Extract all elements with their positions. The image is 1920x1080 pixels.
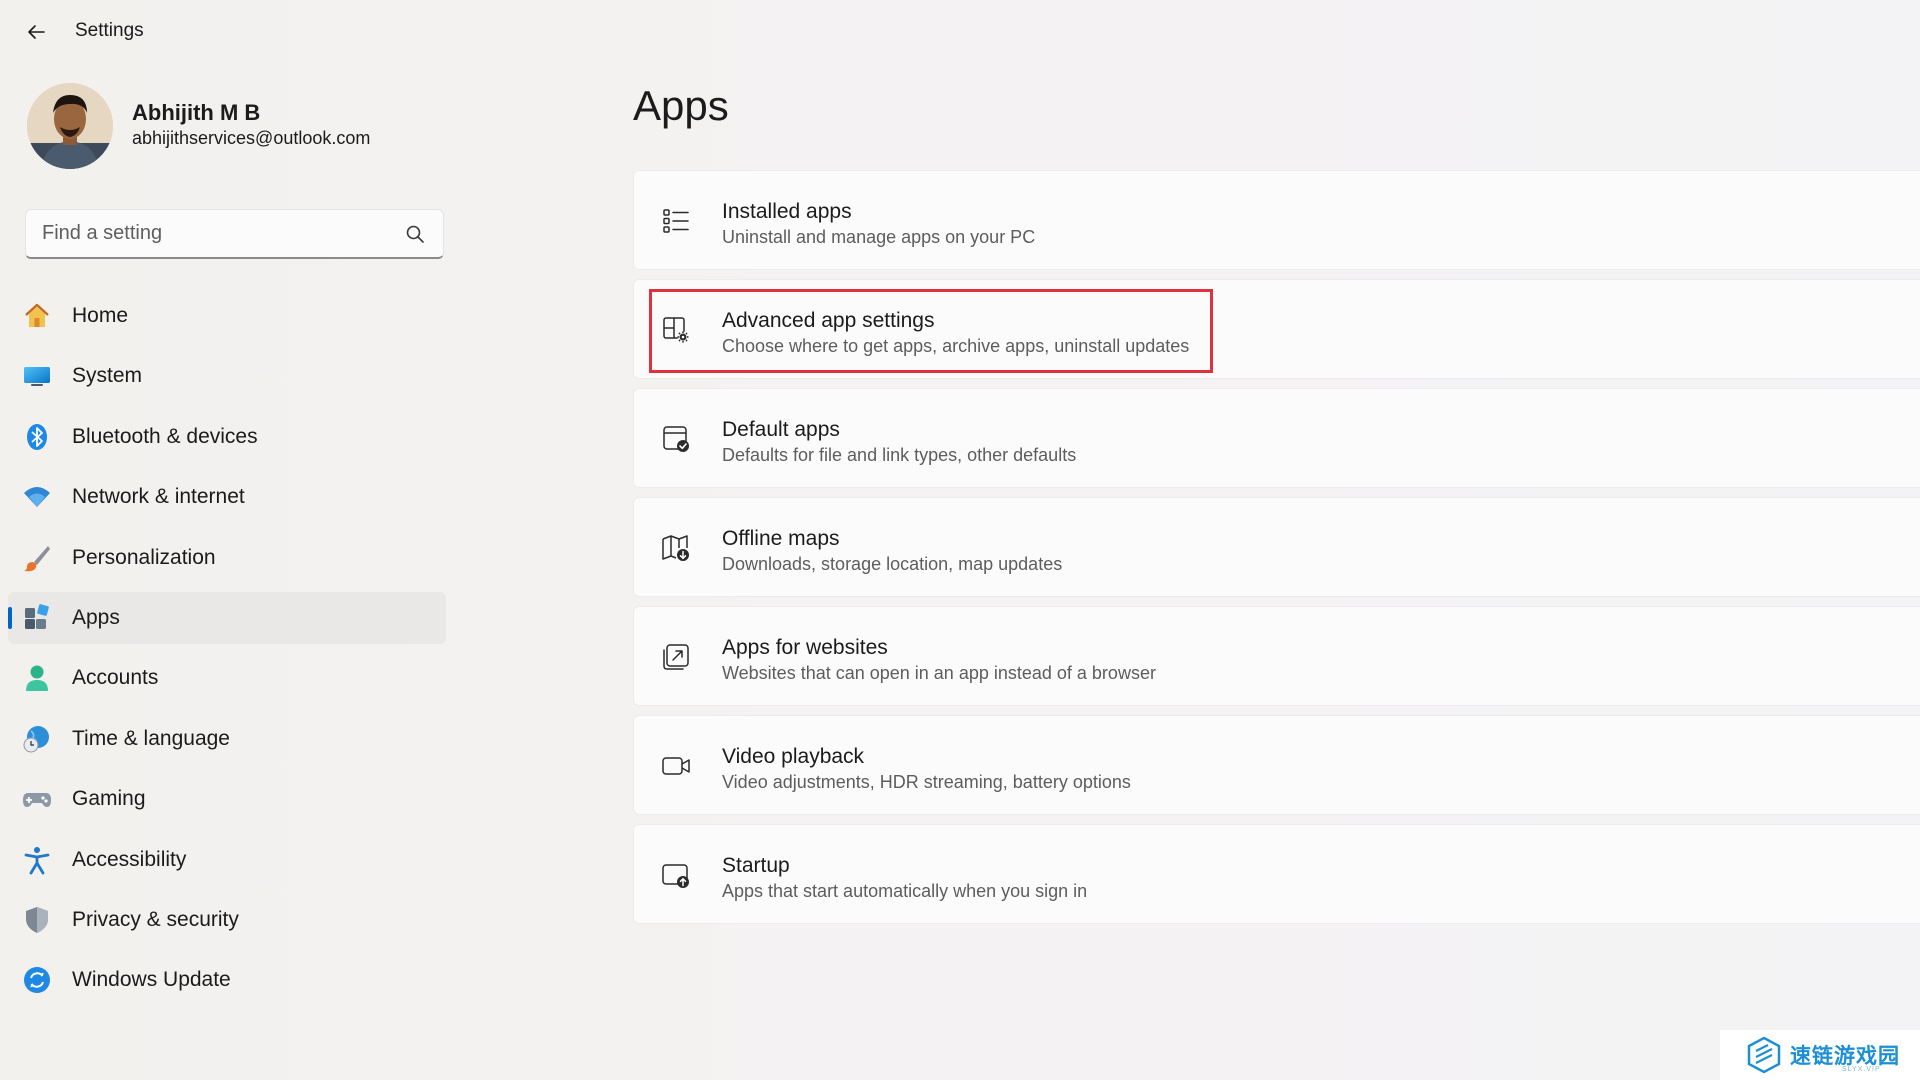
gamepad-icon [22,784,52,814]
back-arrow-icon [28,25,45,39]
globe-clock-icon [22,724,52,754]
sidebar-item-label: Home [72,304,129,327]
watermark-subtext: SLYX.VIP [1842,1066,1881,1073]
sidebar-item-personalization[interactable]: Personalization [8,532,446,584]
card-offline-maps[interactable]: Offline maps Downloads, storage location… [633,497,1920,597]
startup-icon [662,864,689,888]
sidebar-item-home[interactable]: Home [8,290,446,342]
wifi-icon [22,482,52,512]
home-icon [22,301,52,331]
card-title: Offline maps [722,527,840,550]
map-download-icon [662,535,689,561]
avatar[interactable] [27,83,113,169]
sidebar-item-label: Accessibility [72,847,187,871]
settings-card-list: Installed apps Uninstall and manage apps… [633,170,1920,933]
page-title: Apps [633,82,729,129]
sidebar-item-gaming[interactable]: Gaming [8,773,446,825]
system-icon [22,361,52,391]
card-startup[interactable]: Startup Apps that start automatically wh… [633,824,1920,924]
default-apps-icon [663,426,689,452]
search-box[interactable] [25,209,444,259]
card-description: Websites that can open in an app instead… [722,663,1156,683]
sidebar-item-bluetooth-devices[interactable]: Bluetooth & devices [8,411,446,463]
sidebar-nav: Home System Bluetooth & devices Network … [8,290,446,1015]
card-description: Choose where to get apps, archive apps, … [722,336,1190,356]
sidebar-item-privacy-security[interactable]: Privacy & security [8,894,446,946]
watermark: 速链游戏园 SLYX.VIP [1720,1030,1920,1080]
sidebar-item-label: Network & internet [72,485,245,509]
card-title: Apps for websites [722,636,888,659]
card-title: Default apps [722,418,840,441]
profile-name: Abhijith M B [132,100,261,125]
card-default-apps[interactable]: Default apps Defaults for file and link … [633,388,1920,488]
video-icon [662,757,690,775]
card-installed-apps[interactable]: Installed apps Uninstall and manage apps… [633,170,1920,270]
sidebar-item-label: Personalization [72,545,216,569]
card-description: Uninstall and manage apps on your PC [722,227,1036,247]
sidebar-item-label: Accounts [72,666,159,690]
card-video-playback[interactable]: Video playback Video adjustments, HDR st… [633,715,1920,815]
watermark-logo-icon [1747,1036,1781,1074]
apps-icon [22,603,52,633]
sidebar-item-windows-update[interactable]: Windows Update [8,954,446,1006]
sidebar-item-label: System [72,364,143,388]
brush-icon [22,543,52,573]
card-title: Advanced app settings [722,309,935,332]
app-gear-icon [663,317,689,343]
update-icon [22,965,52,995]
search-input[interactable] [42,222,402,245]
card-title: Installed apps [722,200,852,223]
sidebar-item-apps[interactable]: Apps [8,591,446,644]
sidebar-item-label: Apps [72,605,120,629]
sidebar-item-accounts[interactable]: Accounts [8,652,446,704]
sidebar-item-label: Privacy & security [72,907,239,931]
list-icon [663,209,689,233]
avatar-image [27,83,113,169]
card-description: Downloads, storage location, map updates [722,554,1063,574]
card-description: Video adjustments, HDR streaming, batter… [722,772,1131,792]
bluetooth-icon [22,422,52,452]
person-icon [22,663,52,693]
accessibility-icon [22,845,52,875]
card-description: Apps that start automatically when you s… [722,881,1088,901]
sidebar-item-label: Windows Update [72,968,231,992]
card-title: Startup [722,854,790,877]
sidebar-item-time-language[interactable]: Time & language [8,713,446,765]
sidebar-item-label: Bluetooth & devices [72,424,258,448]
card-apps-for-websites[interactable]: Apps for websites Websites that can open… [633,606,1920,706]
card-advanced-app-settings[interactable]: Advanced app settings Choose where to ge… [633,279,1920,379]
open-in-app-icon [663,644,689,670]
app-title: Settings [75,20,144,41]
card-description: Defaults for file and link types, other … [722,445,1077,465]
search-icon[interactable] [405,224,425,244]
sidebar-item-accessibility[interactable]: Accessibility [8,834,446,886]
sidebar-item-label: Gaming [72,787,146,811]
card-title: Video playback [722,745,865,768]
profile-email: abhijithservices@outlook.com [132,128,371,148]
sidebar-item-label: Time & language [72,726,230,750]
shield-icon [22,905,52,935]
sidebar-item-network-internet[interactable]: Network & internet [8,471,446,523]
back-button[interactable] [18,14,54,50]
title-bar: Settings [0,0,1920,64]
sidebar-item-system[interactable]: System [8,350,446,402]
